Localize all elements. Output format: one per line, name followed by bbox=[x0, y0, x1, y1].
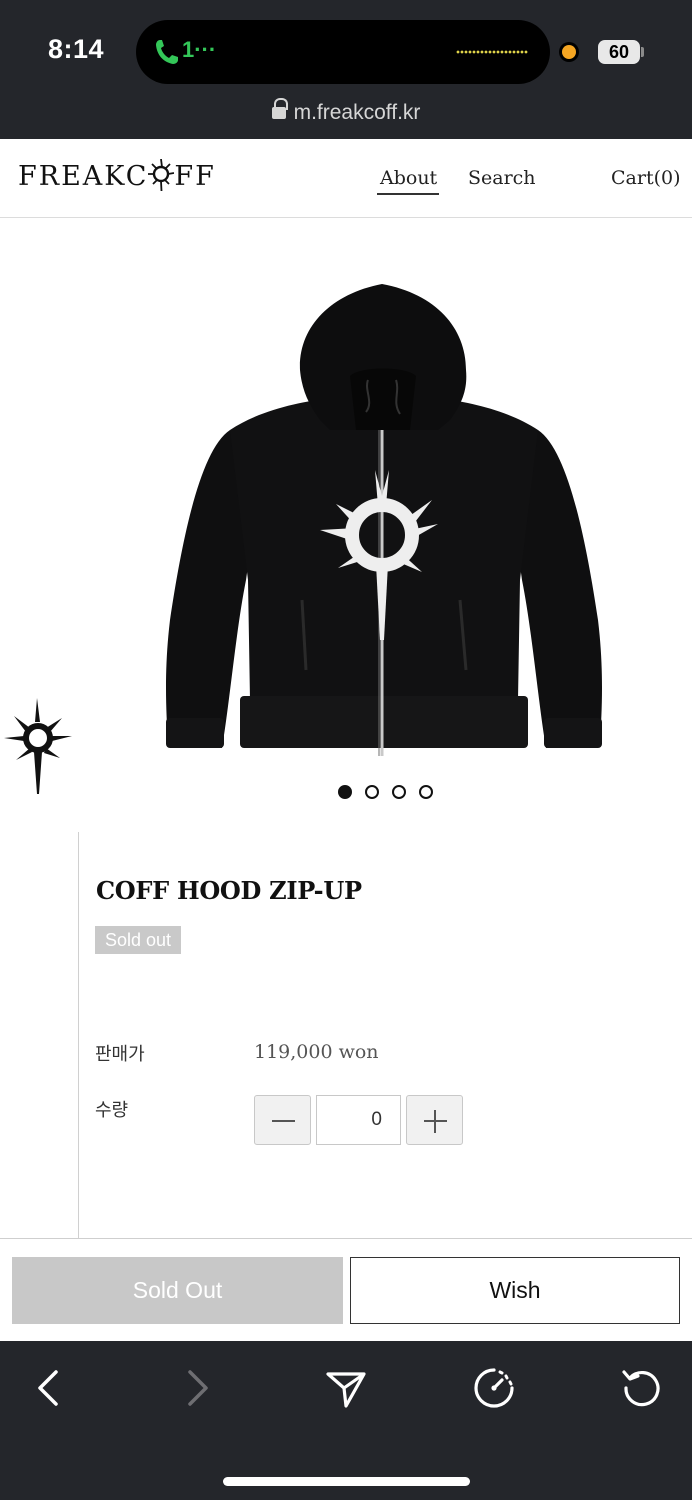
product-image-hoodie[interactable] bbox=[160, 280, 608, 760]
nav-active-underline bbox=[377, 193, 439, 195]
audio-meter-icon bbox=[456, 49, 528, 55]
logo-emblem-icon bbox=[148, 159, 175, 191]
pager-dot[interactable] bbox=[365, 785, 379, 799]
pager-dot[interactable] bbox=[338, 785, 352, 799]
pager-dot[interactable] bbox=[419, 785, 433, 799]
privacy-dot-icon bbox=[562, 45, 576, 59]
quantity-input[interactable]: 0 bbox=[316, 1095, 401, 1145]
back-icon[interactable] bbox=[26, 1366, 70, 1410]
nav-search-link[interactable]: Search bbox=[468, 167, 536, 189]
quantity-value: 0 bbox=[371, 1109, 382, 1130]
nav-about-link[interactable]: About bbox=[380, 167, 437, 189]
logo-text-left: FREAKC bbox=[18, 161, 149, 192]
nav-cart-link[interactable]: Cart(0) bbox=[611, 167, 681, 189]
price-value: 119,000 won bbox=[254, 1041, 379, 1063]
url-text: m.freakcoff.kr bbox=[293, 101, 421, 124]
browser-toolbar bbox=[0, 1341, 692, 1500]
quantity-decrease-button[interactable] bbox=[254, 1095, 311, 1145]
speedometer-icon[interactable] bbox=[472, 1366, 516, 1410]
battery-tip bbox=[641, 47, 644, 57]
image-pager[interactable] bbox=[338, 785, 433, 799]
site-logo[interactable]: FREAKC FF bbox=[18, 159, 216, 192]
status-badge: Sold out bbox=[95, 926, 182, 954]
product-title: COFF HOOD ZIP-UP bbox=[96, 876, 362, 905]
info-divider bbox=[78, 832, 79, 1239]
wish-button[interactable]: Wish bbox=[350, 1257, 680, 1324]
sold-out-button[interactable]: Sold Out bbox=[12, 1257, 343, 1324]
price-label: 판매가 bbox=[95, 1044, 145, 1065]
phone-icon bbox=[156, 40, 178, 64]
brand-emblem-icon bbox=[4, 698, 72, 794]
call-indicator: 1··· bbox=[182, 37, 217, 62]
logo-text-right: FF bbox=[174, 161, 216, 192]
site-header: FREAKC FF About Search Cart(0) bbox=[0, 139, 692, 218]
pager-dot[interactable] bbox=[392, 785, 406, 799]
action-divider bbox=[0, 1238, 692, 1239]
status-time: 8:14 bbox=[48, 34, 105, 64]
reload-icon[interactable] bbox=[620, 1366, 664, 1410]
share-icon[interactable] bbox=[324, 1366, 368, 1410]
quantity-increase-button[interactable] bbox=[406, 1095, 463, 1145]
status-bar: 8:14 1··· 60 m.freakcoff.kr bbox=[0, 0, 692, 139]
home-indicator[interactable] bbox=[223, 1477, 470, 1486]
quantity-label: 수량 bbox=[95, 1100, 129, 1121]
dynamic-island[interactable]: 1··· bbox=[136, 20, 550, 84]
url-bar[interactable]: m.freakcoff.kr bbox=[0, 98, 692, 125]
battery-level: 60 bbox=[608, 41, 630, 62]
lock-icon bbox=[271, 98, 288, 120]
forward-icon[interactable] bbox=[176, 1366, 220, 1410]
battery-icon: 60 bbox=[598, 40, 640, 64]
